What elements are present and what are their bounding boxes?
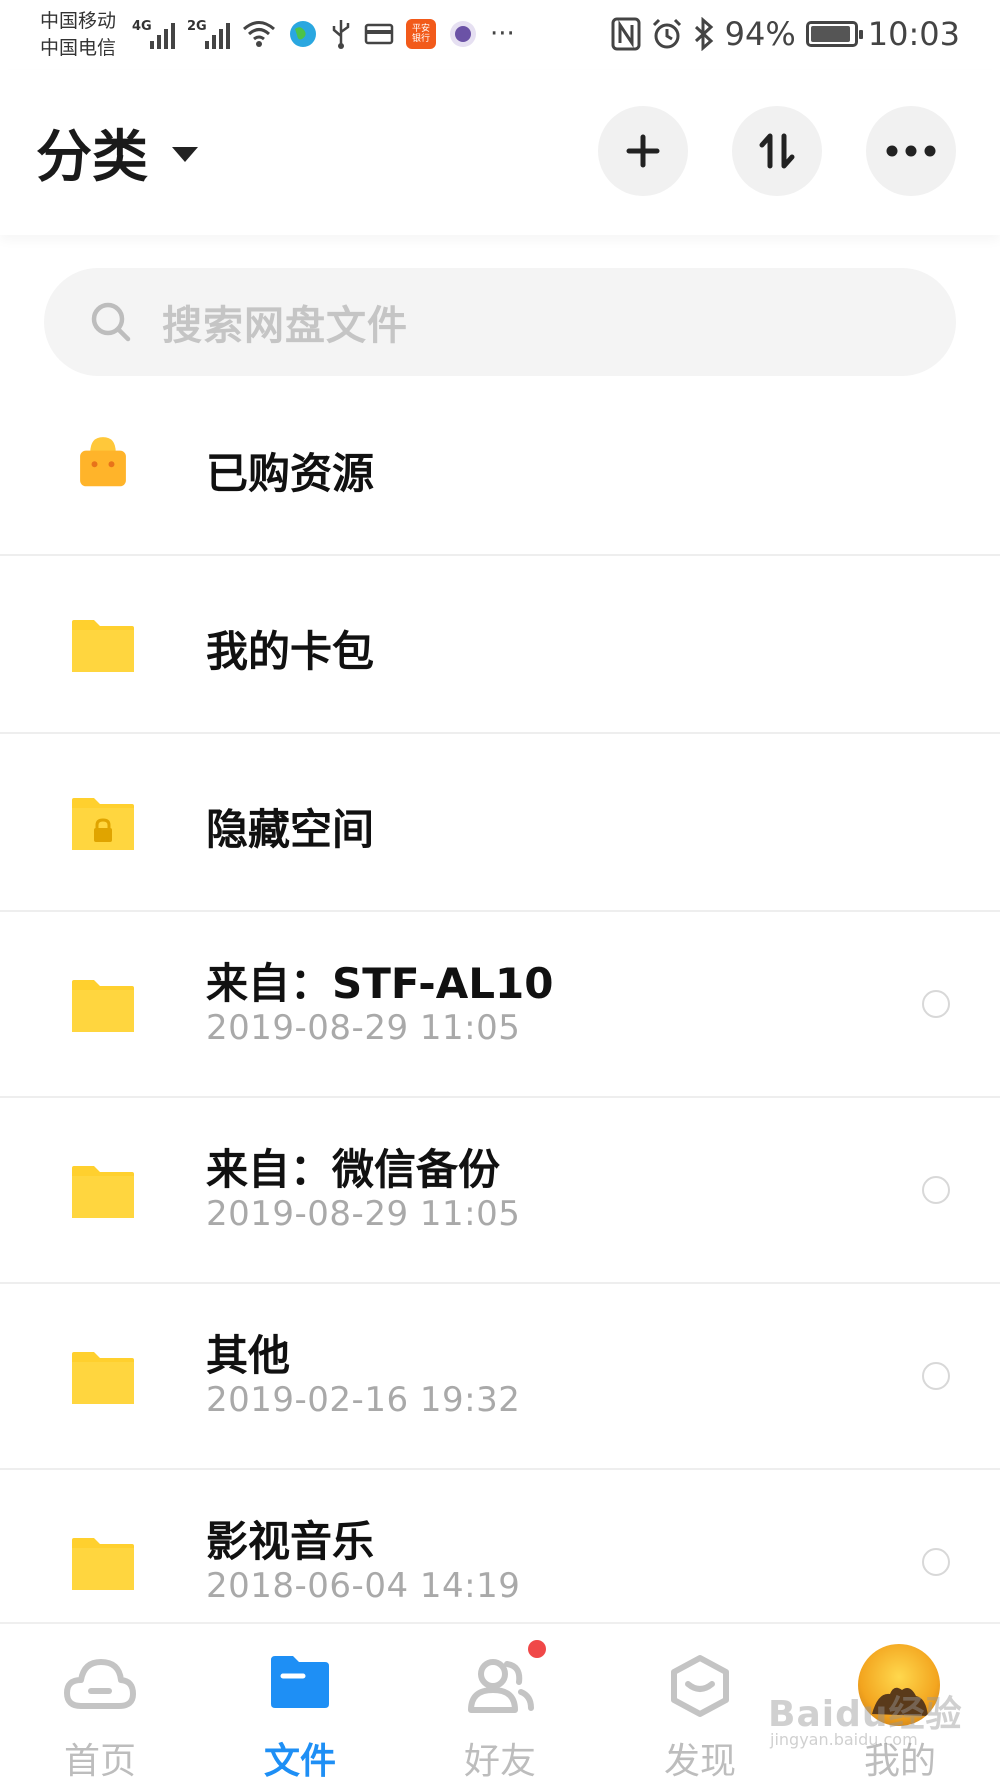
card-icon [364, 23, 394, 45]
folder-icon [72, 1166, 134, 1218]
carrier-info: 中国移动 中国电信 [40, 8, 116, 62]
top-header: 分类 [0, 70, 1000, 235]
bank-app-label: 平安银行 [411, 24, 430, 44]
cloud-icon [64, 1659, 136, 1709]
status-bar: 中国移动 中国电信 4G 2G 平安银行 ··· 94% 10:03 [0, 0, 1000, 70]
status-icons-right: 94% 10:03 [611, 12, 960, 56]
list-item-wechat-backup[interactable]: 来自：微信备份 2019-08-29 11:05 [0, 1098, 1000, 1284]
file-list: 已购资源 我的卡包 隐藏空间 来自：STF-AL10 2019-08-29 11… [0, 376, 1000, 1620]
signal-icon-2: 2G [187, 19, 230, 49]
file-date: 2019-08-29 11:05 [206, 1194, 521, 1234]
search-icon [91, 302, 131, 342]
tab-files[interactable]: 文件 [200, 1624, 400, 1778]
sort-button[interactable] [732, 106, 822, 196]
category-selector[interactable]: 分类 [36, 112, 198, 193]
folder-icon [72, 620, 134, 672]
select-checkbox[interactable] [922, 1548, 950, 1576]
carrier-1: 中国移动 [40, 10, 117, 32]
search-input[interactable]: 搜索网盘文件 [44, 268, 956, 376]
list-item-stf-al10[interactable]: 来自：STF-AL10 2019-08-29 11:05 [0, 912, 1000, 1098]
battery-percent: 94% [724, 15, 796, 53]
list-item-media[interactable]: 影视音乐 2018-06-04 14:19 [0, 1470, 1000, 1620]
select-checkbox[interactable] [922, 1176, 950, 1204]
locked-folder-icon [72, 798, 134, 850]
add-button[interactable] [598, 106, 688, 196]
file-name: 来自：STF-AL10 [206, 959, 554, 1008]
sort-icon [759, 133, 795, 169]
plus-icon [626, 134, 660, 168]
folder-icon [72, 1352, 134, 1404]
file-date: 2019-02-16 19:32 [206, 1380, 521, 1420]
clock-time: 10:03 [867, 15, 960, 53]
bluetooth-icon [694, 17, 713, 51]
usb-icon [332, 20, 350, 49]
list-item-purchased[interactable]: 已购资源 [0, 376, 1000, 556]
network-type-2: 2G [187, 19, 207, 34]
select-checkbox[interactable] [922, 990, 950, 1018]
battery-fill [810, 26, 851, 42]
nfc-icon [611, 17, 641, 51]
network-type-1: 4G [132, 19, 152, 34]
battery-icon [805, 21, 863, 47]
tab-label: 首页 [63, 1741, 136, 1778]
folder-icon [72, 1538, 134, 1590]
list-item-card-wallet[interactable]: 我的卡包 [0, 556, 1000, 734]
more-icon [886, 145, 936, 157]
folder-icon [72, 980, 134, 1032]
globe-app-icon [290, 21, 316, 47]
file-name: 来自：微信备份 [206, 1145, 501, 1194]
more-button[interactable] [866, 106, 956, 196]
file-name: 其他 [206, 1331, 291, 1380]
page-title: 分类 [36, 125, 148, 190]
alarm-icon [652, 18, 681, 49]
list-item-hidden-space[interactable]: 隐藏空间 [0, 734, 1000, 912]
shopping-bag-icon [80, 437, 126, 487]
wifi-icon [243, 21, 275, 47]
watermark-url: jingyan.baidu.com [770, 1730, 918, 1749]
tab-label: 文件 [263, 1741, 336, 1778]
bank-app-icon: 平安银行 [406, 19, 436, 49]
file-name: 影视音乐 [206, 1517, 375, 1566]
tab-home[interactable]: 首页 [0, 1624, 200, 1778]
clock-app-icon [450, 21, 476, 47]
signal-icon-1: 4G [132, 19, 175, 49]
file-name: 我的卡包 [206, 627, 375, 676]
list-item-other[interactable]: 其他 2019-02-16 19:32 [0, 1284, 1000, 1470]
file-name: 已购资源 [206, 449, 375, 498]
status-icons-left: 4G 2G 平安银行 ··· [132, 14, 515, 54]
tab-friends[interactable]: 好友 [400, 1624, 600, 1778]
file-name: 隐藏空间 [206, 805, 375, 854]
search-placeholder: 搜索网盘文件 [162, 303, 408, 349]
carrier-2: 中国电信 [40, 37, 117, 59]
more-notifications-icon: ··· [490, 19, 515, 49]
friends-icon [468, 1659, 534, 1713]
caret-down-icon [172, 147, 198, 162]
file-date: 2019-08-29 11:05 [206, 1008, 521, 1048]
select-checkbox[interactable] [922, 1362, 950, 1390]
notification-dot [528, 1640, 546, 1658]
file-date: 2018-06-04 14:19 [206, 1566, 521, 1606]
tab-label: 好友 [463, 1741, 536, 1778]
folder-icon [271, 1656, 329, 1708]
discover-icon [671, 1655, 729, 1717]
